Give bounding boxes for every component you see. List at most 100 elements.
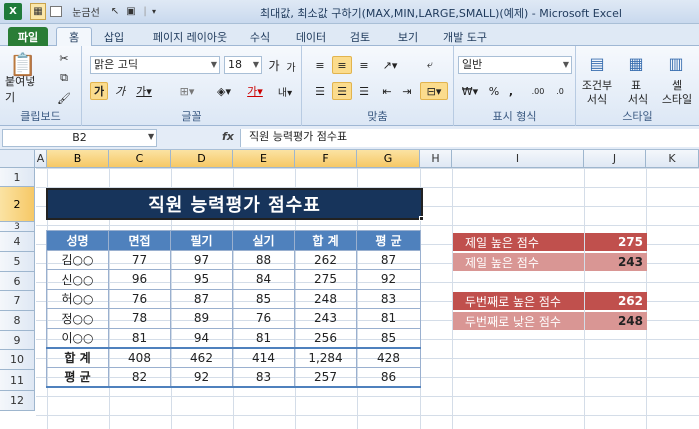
column-header-a[interactable]: A <box>35 150 47 168</box>
row-header-8[interactable]: 8 <box>0 311 35 331</box>
table-header-cell[interactable]: 합 계 <box>294 230 357 251</box>
decrease-decimal-icon[interactable]: .0 <box>550 82 570 100</box>
table-cell[interactable]: 89 <box>170 308 233 329</box>
italic-button[interactable]: 가 <box>112 82 128 100</box>
table-cell[interactable]: 248 <box>294 288 357 309</box>
row-header-5[interactable]: 5 <box>0 252 35 272</box>
tab-insert[interactable]: 삽입 <box>96 27 132 46</box>
format-as-table-button[interactable]: 표 <box>620 78 652 92</box>
underline-button[interactable]: 가▾ <box>132 82 156 100</box>
phonetic-icon[interactable]: 내▾ <box>274 82 296 100</box>
tab-review[interactable]: 검토 <box>342 27 378 46</box>
customize-qat-icon[interactable]: ▾ <box>148 3 160 20</box>
formula-input[interactable]: 직원 능력평가 점수표 <box>240 129 699 147</box>
column-header-e[interactable]: E <box>233 150 295 168</box>
table-cell[interactable]: 합 계 <box>46 346 109 368</box>
table-cell[interactable]: 77 <box>108 249 171 270</box>
percent-icon[interactable]: % <box>486 82 502 100</box>
decrease-font-icon[interactable]: 가 <box>284 58 298 74</box>
table-cell[interactable]: 428 <box>356 346 421 368</box>
table-cell[interactable]: 81 <box>356 308 421 329</box>
accounting-format-icon[interactable]: ₩▾ <box>458 82 482 100</box>
merge-center-icon[interactable]: ⊟▾ <box>420 82 448 100</box>
table-cell[interactable]: 408 <box>108 346 171 368</box>
align-center-icon[interactable]: ☰ <box>332 82 352 100</box>
comma-style-icon[interactable]: , <box>504 82 518 100</box>
tab-page-layout[interactable]: 페이지 레이아웃 <box>140 27 240 46</box>
column-header-d[interactable]: D <box>171 150 233 168</box>
chevron-down-icon[interactable]: ▼ <box>148 132 154 141</box>
table-cell[interactable]: 414 <box>232 346 295 368</box>
insert-function-icon[interactable]: fx <box>222 130 234 143</box>
cell-styles-sub[interactable]: 스타일 <box>656 92 698 106</box>
table-header-cell[interactable]: 실기 <box>232 230 295 251</box>
column-header-h[interactable]: H <box>420 150 452 168</box>
table-cell[interactable]: 243 <box>294 308 357 329</box>
table-cell[interactable]: 평 균 <box>46 366 109 388</box>
tab-developer[interactable]: 개발 도구 <box>434 27 496 46</box>
table-cell[interactable]: 256 <box>294 327 357 348</box>
table-cell[interactable]: 83 <box>356 288 421 309</box>
conditional-format-icon[interactable]: ▤ <box>584 52 610 74</box>
table-cell[interactable]: 85 <box>232 288 295 309</box>
pointer-icon[interactable]: ↖ <box>108 3 122 20</box>
format-as-table-icon[interactable]: ▦ <box>624 52 648 74</box>
row-header-1[interactable]: 1 <box>0 168 35 187</box>
table-header-cell[interactable]: 성명 <box>46 230 109 251</box>
gridlines-checkbox[interactable] <box>50 6 62 17</box>
table-cell[interactable]: 92 <box>356 269 421 290</box>
row-header-7[interactable]: 7 <box>0 291 35 311</box>
stat-value[interactable]: 262 <box>585 292 647 310</box>
orientation-icon[interactable]: ↗▾ <box>378 56 402 74</box>
table-cell[interactable]: 86 <box>356 366 421 388</box>
tab-file[interactable]: 파일 <box>8 27 48 46</box>
stat-label[interactable]: 두번째로 낮은 점수 <box>453 312 584 330</box>
row-header-12[interactable]: 12 <box>0 391 35 411</box>
stat-value[interactable]: 248 <box>585 312 647 330</box>
table-cell[interactable]: 97 <box>170 249 233 270</box>
wrap-text-icon[interactable]: ⤶ <box>420 56 440 74</box>
column-header-g[interactable]: G <box>357 150 420 168</box>
table-cell[interactable]: 김○○ <box>46 249 109 270</box>
conditional-format-sub[interactable]: 서식 <box>576 92 618 106</box>
table-cell[interactable]: 81 <box>232 327 295 348</box>
increase-font-icon[interactable]: 가 <box>266 56 282 74</box>
row-header-4[interactable]: 4 <box>0 232 35 252</box>
table-cell[interactable]: 87 <box>170 288 233 309</box>
stat-value[interactable]: 243 <box>585 253 647 271</box>
table-cell[interactable]: 78 <box>108 308 171 329</box>
table-cell[interactable]: 정○○ <box>46 308 109 329</box>
table-header-cell[interactable]: 면접 <box>108 230 171 251</box>
table-cell[interactable]: 1,284 <box>294 346 357 368</box>
column-header-c[interactable]: C <box>109 150 171 168</box>
picture-icon[interactable]: ▣ <box>124 3 138 20</box>
conditional-format-button[interactable]: 조건부 <box>576 78 618 92</box>
align-bottom-icon[interactable]: ≡ <box>354 56 374 74</box>
fill-handle[interactable] <box>419 216 424 221</box>
table-header-cell[interactable]: 필기 <box>170 230 233 251</box>
number-format-combo[interactable]: 일반 ▼ <box>458 56 572 74</box>
format-as-table-sub[interactable]: 서식 <box>620 92 656 106</box>
cut-icon[interactable]: ✂ <box>56 50 72 66</box>
row-header-11[interactable]: 11 <box>0 370 35 391</box>
borders-icon[interactable]: ⊞▾ <box>174 82 200 100</box>
table-cell[interactable]: 이○○ <box>46 327 109 348</box>
column-header-f[interactable]: F <box>295 150 357 168</box>
select-all-corner[interactable] <box>0 150 35 168</box>
table-cell[interactable]: 96 <box>108 269 171 290</box>
stat-label[interactable]: 제일 높은 점수 <box>453 233 584 251</box>
align-right-icon[interactable]: ☰ <box>354 82 374 100</box>
table-cell[interactable]: 81 <box>108 327 171 348</box>
table-cell[interactable]: 76 <box>108 288 171 309</box>
table-cell[interactable]: 신○○ <box>46 269 109 290</box>
column-header-j[interactable]: J <box>584 150 646 168</box>
increase-decimal-icon[interactable]: .00 <box>528 82 548 100</box>
row-header-2[interactable]: 2 <box>0 187 35 222</box>
align-middle-icon[interactable]: ≡ <box>332 56 352 74</box>
table-cell[interactable]: 83 <box>232 366 295 388</box>
table-cell[interactable]: 84 <box>232 269 295 290</box>
fill-color-icon[interactable]: ◈▾ <box>210 82 238 100</box>
align-left-icon[interactable]: ☰ <box>310 82 330 100</box>
font-name-combo[interactable]: 맑은 고딕 ▼ <box>90 56 220 74</box>
font-size-combo[interactable]: 18 ▼ <box>224 56 262 74</box>
